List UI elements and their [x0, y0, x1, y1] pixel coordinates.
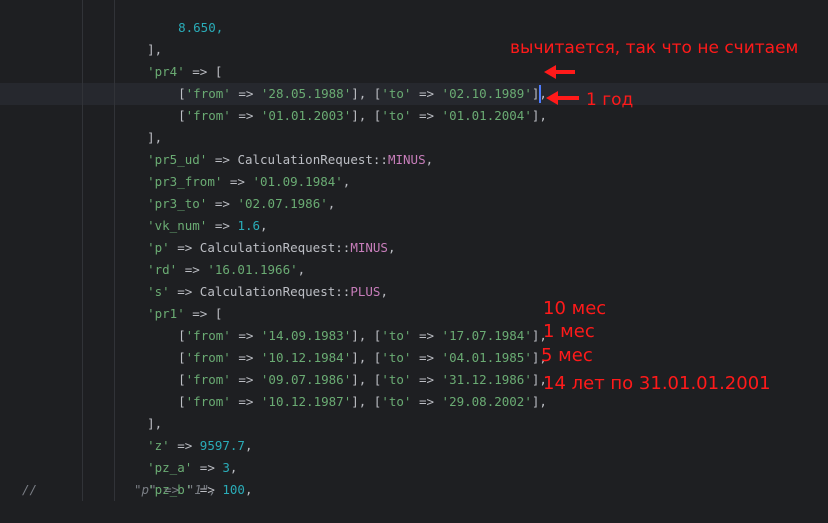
date-to: '01.01.2004' — [441, 108, 532, 123]
code-line: ['from' => '10.12.1984'], ['to' => '04.0… — [148, 325, 547, 365]
comma: , — [244, 438, 253, 453]
constant: MINUS — [350, 240, 388, 255]
text-caret — [539, 85, 541, 103]
code-line: 's' => CalculationRequest::PLUS, — [117, 259, 388, 299]
code-editor[interactable]: 8.650, ], 'pr4' => [ ['from' => '28.05.1… — [0, 0, 828, 501]
date-to: '29.08.2002' — [441, 394, 532, 409]
code-line: 'pr3_to' => '02.07.1986', — [117, 171, 335, 211]
comma: , — [244, 482, 253, 497]
annotation-text: 1 мес — [543, 321, 595, 342]
code-line: ], — [117, 17, 162, 57]
code-line: ], — [117, 391, 162, 431]
code-line: 'rd' => '16.01.1966', — [117, 237, 305, 277]
row-mid: ], ['to' => — [351, 394, 442, 409]
annotation-text: 10 мес — [543, 298, 607, 319]
row-end: ], — [531, 394, 547, 409]
code-line: ['from' => '01.01.2003'], ['to' => '01.0… — [148, 83, 547, 123]
code-line: 'vk_num' => 1.6, — [117, 193, 267, 233]
comma: , — [425, 152, 434, 167]
constant: PLUS — [350, 284, 381, 299]
code-line: ['from' => '14.09.1983'], ['to' => '17.0… — [148, 303, 547, 343]
date-from: '10.12.1987' — [260, 394, 352, 409]
code-line: 'pr4' => [ — [117, 39, 222, 79]
annotation-text: 1 год — [586, 90, 634, 110]
editor-gutter: // — [0, 0, 50, 501]
row-end: ], — [531, 108, 547, 123]
row-prefix: ['from' => — [178, 108, 261, 123]
scope-op: :: — [372, 152, 388, 167]
code-line: ['from' => '10.12.1987'], ['to' => '29.0… — [148, 369, 547, 409]
code-line: 'p' => CalculationRequest::MINUS, — [117, 215, 395, 255]
constant: MINUS — [387, 152, 426, 167]
comma: , — [387, 240, 396, 255]
arrow-icon — [546, 91, 579, 105]
number-literal: 8.650, — [178, 20, 224, 35]
code-line: ], — [117, 105, 162, 145]
scope-op: :: — [335, 240, 351, 255]
code-line: 'z' => 9597.7, — [117, 413, 252, 453]
indent-guide — [114, 0, 115, 501]
indent-guide — [82, 0, 83, 501]
code-line: 'pr1' => [ — [117, 281, 222, 321]
code-line: ['from' => '28.05.1988'], ['to' => '02.1… — [148, 61, 547, 101]
code-line: ['from' => '09.07.1986'], ['to' => '31.1… — [148, 347, 547, 387]
date-from: '01.01.2003' — [260, 108, 352, 123]
code-line: 'pz_b' => 100, — [117, 457, 252, 497]
comma: , — [380, 284, 388, 299]
comma: , — [342, 174, 351, 189]
annotation-text: 14 лет по 31.01.01.2001 — [543, 373, 771, 394]
annotation-text: 5 мес — [541, 345, 593, 366]
code-line: 'pz_a' => 3, — [117, 435, 237, 475]
row-mid: ], ['to' => — [351, 108, 442, 123]
scope-op: :: — [335, 284, 351, 299]
comma: , — [327, 196, 336, 211]
annotation-text: вычитается, так что не считаем — [510, 38, 799, 58]
code-line: 8.650, — [148, 0, 223, 35]
code-line: 'pr3_from' => '01.09.1984', — [117, 149, 350, 189]
code-line: 'pr5_ud' => CalculationRequest::MINUS, — [117, 127, 433, 167]
arrow-icon — [544, 65, 575, 79]
number-literal: 100 — [222, 482, 245, 497]
row-prefix: ['from' => — [178, 394, 261, 409]
commented-line: "p" => "1", — [134, 482, 217, 497]
comment-marker: // — [22, 482, 38, 497]
